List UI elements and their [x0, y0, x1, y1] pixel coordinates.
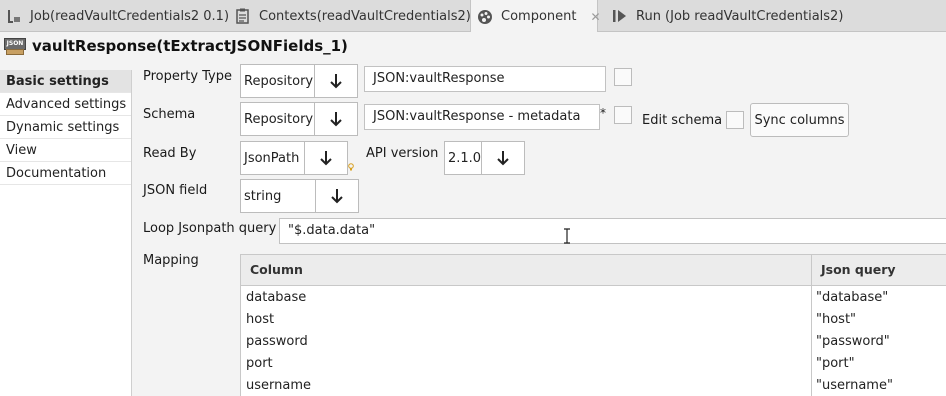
property-repository-browse-button[interactable] [614, 68, 632, 86]
schema-repository-field[interactable]: JSON:vaultResponse - metadata [364, 104, 600, 130]
tab-contexts[interactable]: Contexts(readVaultCredentials2) [235, 0, 471, 32]
api-version-label: API version [366, 146, 439, 161]
json-field-value: string [244, 188, 282, 204]
sidebar-item-dynamic-settings[interactable]: Dynamic settings [0, 116, 131, 139]
json-query-header[interactable]: Json query [812, 255, 946, 285]
editor-tab-bar: Job(readVaultCredentials2 0.1) Contexts(… [0, 0, 946, 33]
schema-select[interactable]: Repository [240, 102, 358, 136]
mapping-label: Mapping [143, 253, 199, 268]
edit-schema-button[interactable] [726, 111, 744, 129]
mapping-table-header: Column Json query [241, 255, 946, 286]
api-version-value: 2.1.0 [448, 150, 481, 166]
close-icon[interactable]: ✕ [590, 10, 600, 24]
tab-component-label: Component [501, 9, 577, 24]
tab-contexts-label: Contexts(readVaultCredentials2) [259, 8, 471, 24]
json-field-select[interactable]: string [240, 179, 359, 213]
cell-json-query[interactable]: "port" [816, 353, 855, 375]
contexts-icon [235, 8, 251, 24]
cell-column[interactable]: port [246, 353, 273, 375]
arrow-down-icon[interactable] [314, 65, 357, 97]
schema-modified-marker: * [600, 106, 606, 120]
tab-job[interactable]: Job(readVaultCredentials2 0.1) [6, 0, 229, 32]
cell-column[interactable]: password [246, 331, 308, 353]
tab-job-label: Job(readVaultCredentials2 0.1) [30, 8, 230, 24]
json-field-label: JSON field [143, 183, 208, 198]
sidebar-item-view[interactable]: View [0, 139, 131, 162]
arrow-down-icon[interactable] [315, 180, 358, 212]
cell-column[interactable]: database [246, 287, 306, 309]
table-row[interactable]: host "host" [241, 309, 946, 331]
read-by-value: JsonPath [244, 150, 300, 166]
cell-column[interactable]: username [246, 375, 311, 396]
component-title: vaultResponse(tExtractJSONFields_1) [32, 37, 348, 55]
sidebar-item-documentation[interactable]: Documentation [0, 162, 131, 185]
table-row[interactable]: database "database" [241, 287, 946, 309]
property-type-value: Repository [244, 73, 314, 89]
tab-run-label: Run (Job readVaultCredentials2) [636, 8, 844, 24]
sidebar-item-basic-settings[interactable]: Basic settings [0, 70, 131, 93]
schema-repository-browse-button[interactable] [614, 106, 632, 124]
loop-jsonpath-query-input[interactable]: "$.data.data" [279, 218, 946, 244]
arrow-down-icon[interactable] [304, 142, 347, 174]
read-by-select[interactable]: JsonPath [240, 141, 348, 175]
job-icon [6, 8, 22, 24]
table-row[interactable]: password "password" [241, 331, 946, 353]
mapping-table: Column Json query database "database" ho… [240, 254, 946, 396]
sidebar-item-advanced-settings[interactable]: Advanced settings [0, 93, 131, 116]
cell-json-query[interactable]: "database" [816, 287, 888, 309]
arrow-down-icon[interactable] [481, 142, 524, 174]
schema-label: Schema [143, 107, 196, 122]
table-row[interactable]: port "port" [241, 353, 946, 375]
property-repository-field[interactable]: JSON:vaultResponse [364, 66, 606, 92]
column-header[interactable]: Column [241, 255, 811, 285]
lightbulb-icon [348, 160, 354, 171]
json-icon: JSON [4, 36, 26, 56]
tab-component[interactable]: Component ✕ [470, 0, 601, 33]
table-row[interactable]: username "username" [241, 375, 946, 396]
property-type-select[interactable]: Repository [240, 64, 358, 98]
property-type-label: Property Type [143, 69, 233, 84]
component-titlebar: JSON vaultResponse(tExtractJSONFields_1) [0, 32, 946, 60]
text-cursor-icon [563, 228, 571, 244]
settings-sidebar: Basic settings Advanced settings Dynamic… [0, 70, 132, 396]
arrow-down-icon[interactable] [314, 103, 357, 135]
sync-columns-button[interactable]: Sync columns [750, 103, 849, 137]
cell-json-query[interactable]: "password" [816, 331, 890, 353]
api-version-select[interactable]: 2.1.0 [444, 141, 525, 175]
read-by-label: Read By [143, 146, 197, 161]
palette-icon [477, 9, 493, 25]
cell-json-query[interactable]: "username" [816, 375, 893, 396]
cell-json-query[interactable]: "host" [816, 309, 856, 331]
run-icon [612, 8, 628, 24]
cell-column[interactable]: host [246, 309, 274, 331]
loop-jsonpath-query-label: Loop Jsonpath query [143, 221, 277, 236]
tab-run[interactable]: Run (Job readVaultCredentials2) [612, 0, 843, 32]
schema-value: Repository [244, 111, 314, 127]
edit-schema-label: Edit schema [642, 113, 723, 128]
